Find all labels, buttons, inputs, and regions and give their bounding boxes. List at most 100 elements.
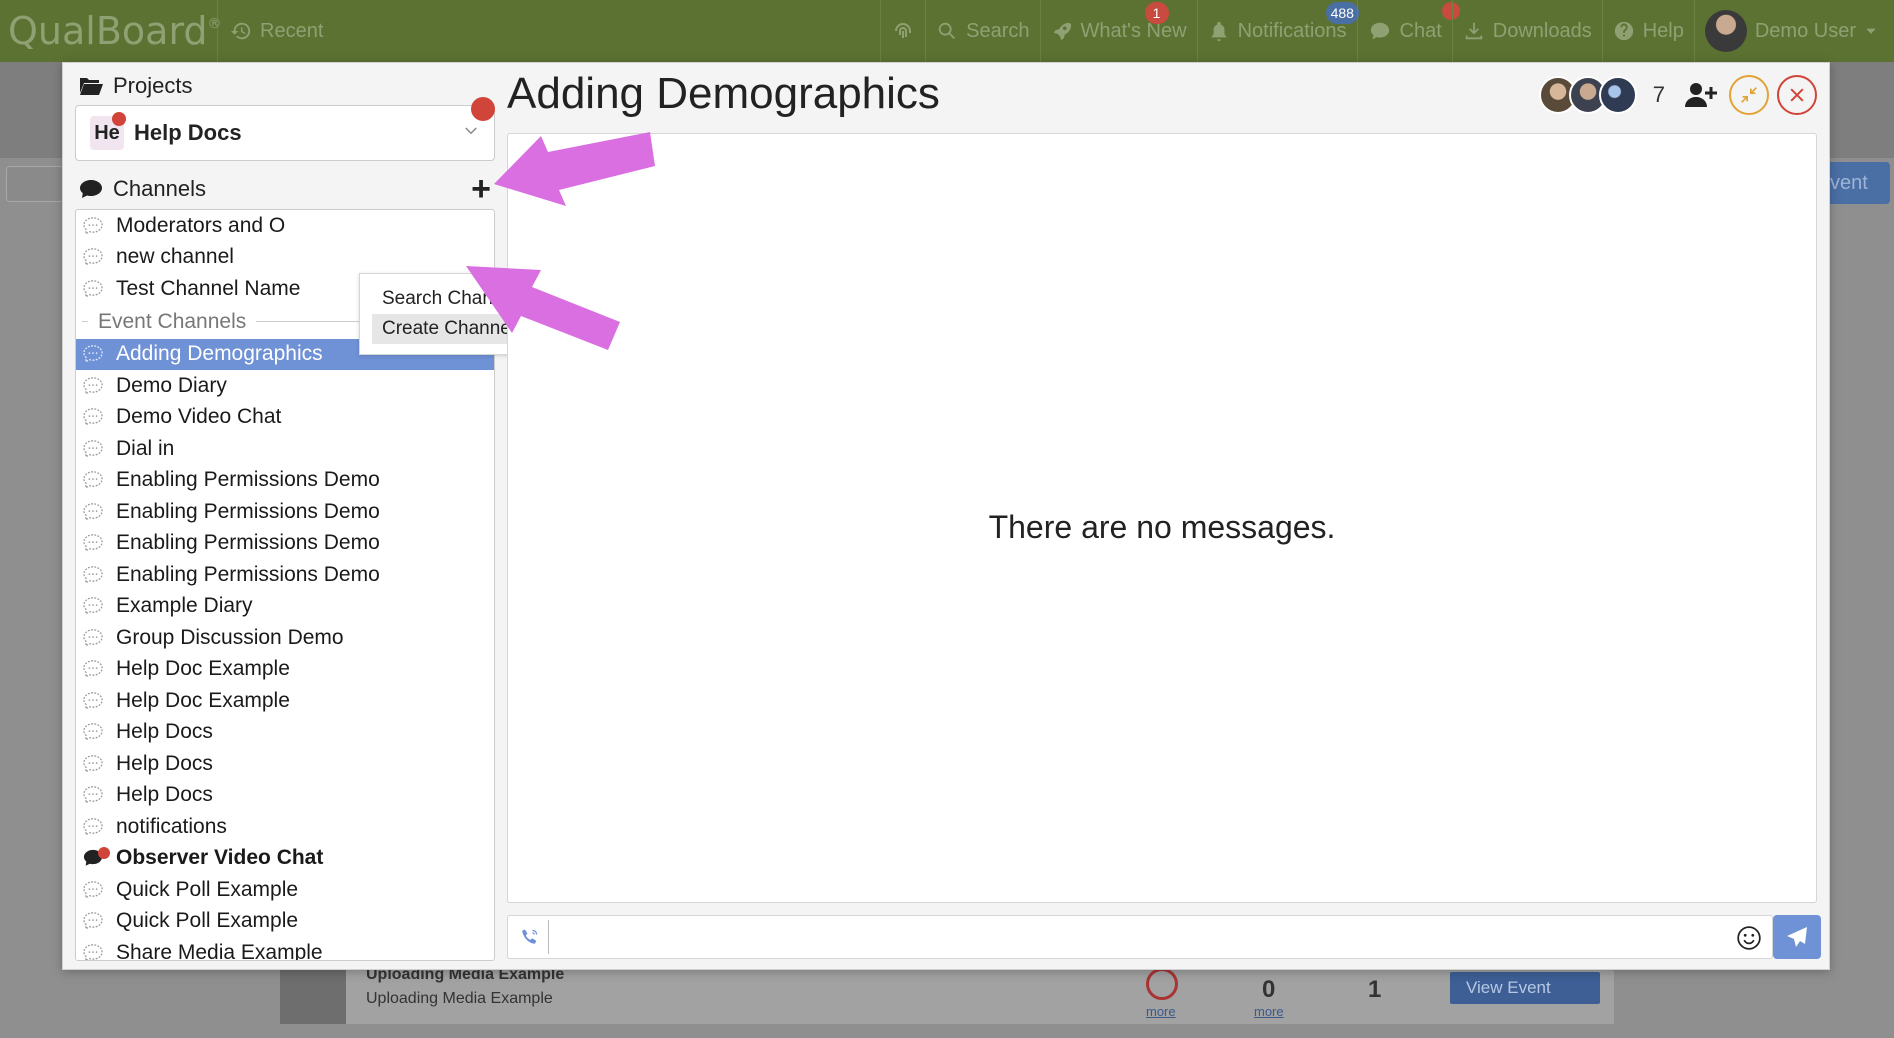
chat-modal: Projects He Help Docs Channels + Moderat… bbox=[62, 62, 1830, 970]
channel-label: Demo Diary bbox=[116, 373, 227, 397]
help-icon bbox=[1614, 21, 1633, 41]
event-channel-item[interactable]: Quick Poll Example bbox=[76, 906, 494, 938]
channel-label: Test Channel Name bbox=[116, 276, 301, 300]
channel-item[interactable]: Moderators and O bbox=[76, 210, 494, 242]
channel-label: Help Docs bbox=[116, 783, 213, 807]
background-event-button-label: vent bbox=[1830, 171, 1868, 194]
event-channel-item[interactable]: Demo Video Chat bbox=[76, 402, 494, 434]
channel-label: Dial in bbox=[116, 436, 175, 460]
channel-label: Quick Poll Example bbox=[116, 909, 299, 933]
chat-bubble-icon bbox=[83, 534, 103, 553]
background-more-link: more bbox=[1146, 1004, 1176, 1019]
event-channel-item[interactable]: Example Diary bbox=[76, 591, 494, 623]
close-button[interactable] bbox=[1777, 75, 1817, 115]
chat-bubble-icon bbox=[83, 786, 103, 805]
chat-bubble-icon bbox=[83, 880, 103, 899]
channel-label: Enabling Permissions Demo bbox=[116, 531, 380, 555]
message-input[interactable] bbox=[548, 920, 1718, 954]
channel-label: Demo Video Chat bbox=[116, 405, 282, 429]
brand-logo[interactable]: QualBoard ® bbox=[0, 0, 222, 62]
event-channel-item[interactable]: Share Media Example bbox=[76, 937, 494, 961]
chat-title: Adding Demographics bbox=[507, 69, 940, 118]
participant-avatars[interactable] bbox=[1538, 76, 1637, 114]
event-channel-item[interactable]: Enabling Permissions Demo bbox=[76, 465, 494, 497]
nav-help-label: Help bbox=[1642, 19, 1684, 42]
divider bbox=[82, 321, 88, 322]
clock-icon bbox=[1146, 968, 1178, 1000]
event-channel-item[interactable]: Enabling Permissions Demo bbox=[76, 559, 494, 591]
send-button[interactable] bbox=[1773, 915, 1821, 959]
event-channel-item[interactable]: Demo Diary bbox=[76, 370, 494, 402]
background-count: 1 bbox=[1368, 976, 1382, 1003]
event-channel-item[interactable]: Enabling Permissions Demo bbox=[76, 528, 494, 560]
nav-notifications[interactable]: Notifications 488 bbox=[1196, 0, 1359, 62]
event-channel-item[interactable]: Help Doc Example bbox=[76, 654, 494, 686]
channel-label: Observer Video Chat bbox=[116, 846, 324, 870]
user-menu[interactable]: Demo User bbox=[1693, 0, 1894, 62]
channel-item[interactable]: new channel bbox=[76, 242, 494, 274]
chat-bubble-icon bbox=[83, 502, 103, 521]
event-channel-item[interactable]: Dial in bbox=[76, 433, 494, 465]
history-icon bbox=[230, 22, 251, 40]
brand-name: QualBoard bbox=[8, 9, 208, 53]
nav-fingerprint[interactable] bbox=[880, 0, 925, 62]
event-channel-item[interactable]: Quick Poll Example bbox=[76, 874, 494, 906]
event-channel-item[interactable]: Group Discussion Demo bbox=[76, 622, 494, 654]
add-user-button[interactable] bbox=[1681, 75, 1721, 115]
event-channel-item[interactable]: Help Docs bbox=[76, 748, 494, 780]
chat-bubble-icon bbox=[83, 408, 103, 427]
chat-bubble-icon bbox=[83, 943, 103, 960]
nav-search[interactable]: Search bbox=[925, 0, 1039, 62]
channel-label: Enabling Permissions Demo bbox=[116, 468, 380, 492]
channels-label: Channels bbox=[113, 176, 206, 201]
emoji-icon[interactable] bbox=[1736, 925, 1762, 951]
recent-link[interactable]: Recent bbox=[218, 0, 323, 62]
nav-downloads[interactable]: Downloads bbox=[1451, 0, 1602, 62]
nav-whats-new-label: What's New bbox=[1080, 19, 1187, 42]
channel-label: Example Diary bbox=[116, 594, 253, 618]
user-plus-icon bbox=[1685, 83, 1717, 107]
nav-chat[interactable]: Chat bbox=[1356, 0, 1460, 62]
event-channel-item[interactable]: Help Doc Example bbox=[76, 685, 494, 717]
chat-bubble-icon bbox=[83, 660, 103, 679]
comments-icon bbox=[80, 180, 102, 198]
nav-downloads-label: Downloads bbox=[1492, 19, 1592, 42]
event-channel-item[interactable]: Help Docs bbox=[76, 717, 494, 749]
unread-dot bbox=[98, 846, 110, 859]
minimize-button[interactable] bbox=[1729, 75, 1769, 115]
background-more-link: more bbox=[1254, 1004, 1284, 1019]
message-area[interactable]: There are no messages. bbox=[507, 133, 1817, 903]
caret-down-icon bbox=[1866, 28, 1876, 34]
chat-bubble-icon bbox=[83, 723, 103, 742]
event-channel-item[interactable]: Observer Video Chat bbox=[76, 843, 494, 875]
event-channel-item[interactable]: notifications bbox=[76, 811, 494, 843]
channel-label: Enabling Permissions Demo bbox=[116, 499, 380, 523]
phone-icon[interactable] bbox=[520, 926, 540, 948]
channel-label: new channel bbox=[116, 245, 234, 269]
user-avatar bbox=[1704, 10, 1747, 52]
channel-label: Help Docs bbox=[116, 751, 213, 775]
channel-label: Share Media Example bbox=[116, 940, 323, 961]
nav-whats-new[interactable]: What's New 1 bbox=[1039, 0, 1197, 62]
channel-label: Help Doc Example bbox=[116, 688, 290, 712]
event-channel-item[interactable]: Help Docs bbox=[76, 780, 494, 812]
channels-header: Channels + bbox=[79, 169, 499, 209]
project-select[interactable]: He Help Docs bbox=[75, 105, 495, 161]
chat-bubble-icon bbox=[83, 279, 103, 298]
whats-new-badge: 1 bbox=[1144, 2, 1169, 24]
close-icon bbox=[1790, 88, 1804, 102]
channel-label: Help Doc Example bbox=[116, 657, 290, 681]
message-composer bbox=[507, 915, 1773, 959]
chat-bubble-icon bbox=[83, 439, 103, 458]
event-channel-item[interactable]: Enabling Permissions Demo bbox=[76, 496, 494, 528]
folder-open-icon bbox=[80, 78, 103, 95]
add-channel-button[interactable]: + bbox=[471, 172, 491, 206]
nav-help[interactable]: Help bbox=[1601, 0, 1694, 62]
chat-bubble-icon bbox=[83, 345, 103, 364]
chat-bubble-icon bbox=[83, 628, 103, 647]
channel-sidebar: Projects He Help Docs Channels + Moderat… bbox=[75, 63, 499, 969]
project-chip: He bbox=[90, 112, 126, 150]
chat-bubble-icon bbox=[83, 912, 103, 931]
nav-search-label: Search bbox=[966, 19, 1030, 42]
download-icon bbox=[1465, 22, 1483, 40]
